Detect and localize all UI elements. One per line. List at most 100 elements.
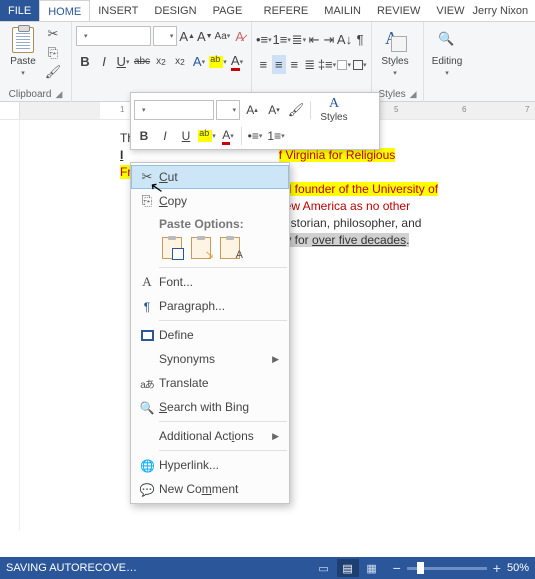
mini-numbering[interactable]: 1≡▾ bbox=[266, 126, 286, 146]
ctx-synonyms[interactable]: Synonyms ▶ bbox=[131, 347, 289, 371]
ctx-define[interactable]: Define bbox=[131, 323, 289, 347]
bold-button[interactable]: B bbox=[76, 52, 94, 71]
copy-icon bbox=[48, 45, 58, 61]
line-spacing-button[interactable]: ‡≡▾ bbox=[318, 55, 336, 74]
zoom-in-button[interactable]: + bbox=[493, 561, 501, 575]
ctx-search-bing[interactable]: Search with Bing bbox=[131, 395, 289, 419]
align-left-button[interactable]: ≡ bbox=[256, 55, 271, 74]
increase-indent-button[interactable]: ⇥ bbox=[322, 30, 336, 49]
mini-bold[interactable]: B bbox=[134, 126, 154, 146]
highlight-button[interactable]: ▾ bbox=[209, 52, 227, 71]
translate-icon bbox=[140, 376, 154, 391]
sort-button[interactable]: A↓ bbox=[337, 30, 352, 49]
font-color-button[interactable]: A▾ bbox=[228, 52, 246, 71]
tab-design[interactable]: DESIGN bbox=[146, 0, 204, 21]
mini-font-color[interactable]: A▾ bbox=[218, 126, 238, 146]
zoom-level[interactable]: 50% bbox=[507, 562, 529, 574]
format-painter-button[interactable] bbox=[44, 64, 62, 80]
underline-button[interactable]: U▾ bbox=[114, 52, 132, 71]
paste-text-only[interactable] bbox=[217, 235, 243, 261]
numbering-button[interactable]: 1≡▾ bbox=[273, 30, 291, 49]
ctx-new-comment[interactable]: New Comment bbox=[131, 477, 289, 501]
paste-button[interactable]: Paste▾ bbox=[4, 24, 42, 79]
text-effects-button[interactable]: A▾ bbox=[190, 52, 208, 71]
multilevel-button[interactable]: ≣▾ bbox=[292, 30, 306, 49]
zoom-slider[interactable] bbox=[407, 567, 487, 570]
search-icon bbox=[140, 400, 155, 415]
mini-grow-font[interactable]: A▴ bbox=[242, 100, 262, 120]
tab-mailings[interactable]: MAILIN bbox=[316, 0, 369, 21]
ctx-additional-actions[interactable]: Additional Actions ▶ bbox=[131, 424, 289, 448]
mini-italic[interactable]: I bbox=[155, 126, 175, 146]
copy-icon bbox=[142, 193, 152, 209]
mini-styles[interactable]: A Styles bbox=[315, 96, 353, 123]
dictionary-icon bbox=[141, 330, 154, 341]
ruler-tick: 1 bbox=[120, 105, 124, 114]
chevron-right-icon: ▶ bbox=[272, 431, 279, 442]
shading-button[interactable]: ▾ bbox=[337, 55, 352, 74]
mini-underline[interactable]: U bbox=[176, 126, 196, 146]
show-marks-button[interactable]: ¶ bbox=[353, 30, 367, 49]
context-menu: Cut Copy Paste Options: ▦ Font... Paragr… bbox=[130, 162, 290, 504]
tab-file[interactable]: FILE bbox=[0, 0, 39, 21]
brush-icon bbox=[288, 102, 305, 118]
group-clipboard-label: Clipboard bbox=[9, 89, 52, 100]
subscript-button[interactable]: x2 bbox=[152, 52, 170, 71]
tab-insert[interactable]: INSERT bbox=[90, 0, 146, 21]
view-read-mode[interactable]: ▭ bbox=[313, 559, 335, 577]
ctx-paragraph[interactable]: Paragraph... bbox=[131, 294, 289, 318]
highlight-icon bbox=[198, 130, 212, 142]
change-case-button[interactable]: Aa▾ bbox=[215, 27, 231, 46]
align-right-button[interactable]: ≡ bbox=[287, 55, 302, 74]
tab-page-layout[interactable]: PAGE L bbox=[205, 0, 256, 21]
ruler-vertical[interactable] bbox=[0, 120, 20, 530]
ribbon: Paste▾ Clipboard◢ ▾ ▾ A▲ A▼ Aa▾ A̷ B I bbox=[0, 22, 535, 102]
styles-launcher[interactable]: ◢ bbox=[410, 89, 417, 99]
mini-shrink-font[interactable]: A▾ bbox=[264, 100, 284, 120]
ctx-hyperlink[interactable]: Hyperlink... bbox=[131, 453, 289, 477]
ruler-tick: 7 bbox=[525, 105, 529, 114]
tab-home[interactable]: HOME bbox=[39, 0, 90, 21]
strikethrough-button[interactable]: abc bbox=[133, 52, 151, 71]
clipboard-launcher[interactable]: ◢ bbox=[55, 89, 62, 99]
ctx-copy[interactable]: Copy bbox=[131, 189, 289, 213]
mini-font-size[interactable]: ▾ bbox=[216, 100, 240, 120]
zoom-out-button[interactable]: − bbox=[393, 561, 401, 575]
clear-formatting-button[interactable]: A̷ bbox=[232, 27, 247, 46]
italic-button[interactable]: I bbox=[95, 52, 113, 71]
ribbon-tabs: FILE HOME INSERT DESIGN PAGE L REFERE MA… bbox=[0, 0, 535, 22]
font-size-combo[interactable]: ▾ bbox=[153, 26, 177, 46]
decrease-indent-button[interactable]: ⇤ bbox=[307, 30, 321, 49]
styles-icon bbox=[383, 28, 407, 52]
mini-format-painter[interactable] bbox=[286, 100, 306, 120]
tab-view[interactable]: VIEW bbox=[428, 0, 472, 21]
ruler-tick: 5 bbox=[394, 105, 398, 114]
tab-review[interactable]: REVIEW bbox=[369, 0, 428, 21]
shrink-font-button[interactable]: A▼ bbox=[197, 27, 213, 46]
paste-merge-formatting[interactable] bbox=[188, 235, 214, 261]
ctx-cut[interactable]: Cut bbox=[131, 165, 289, 189]
copy-button[interactable] bbox=[44, 45, 62, 61]
borders-button[interactable]: ▾ bbox=[353, 55, 368, 74]
mini-font-name[interactable]: ▾ bbox=[134, 100, 214, 120]
grow-font-button[interactable]: A▲ bbox=[179, 27, 195, 46]
bullets-button[interactable]: •≡▾ bbox=[256, 30, 272, 49]
ctx-translate[interactable]: Translate bbox=[131, 371, 289, 395]
align-center-button[interactable]: ≡ bbox=[272, 55, 287, 74]
view-web-layout[interactable]: ▦ bbox=[361, 559, 383, 577]
cut-button[interactable] bbox=[44, 26, 62, 42]
superscript-button[interactable]: x2 bbox=[171, 52, 189, 71]
highlight-icon bbox=[209, 56, 223, 68]
justify-button[interactable]: ≣ bbox=[303, 55, 318, 74]
editing-button[interactable]: Editing▾ bbox=[428, 24, 466, 79]
user-account[interactable]: Jerry Nixon ▾ bbox=[473, 0, 535, 21]
font-name-combo[interactable]: ▾ bbox=[76, 26, 151, 46]
styles-button[interactable]: Styles▾ bbox=[376, 24, 414, 79]
paste-keep-source[interactable]: ▦ bbox=[159, 235, 185, 261]
ctx-font[interactable]: Font... bbox=[131, 270, 289, 294]
tab-references[interactable]: REFERE bbox=[256, 0, 317, 21]
mini-bullets[interactable]: •≡▾ bbox=[245, 126, 265, 146]
group-editing-label bbox=[428, 89, 472, 102]
mini-highlight[interactable]: ▾ bbox=[197, 126, 217, 146]
view-print-layout[interactable]: ▤ bbox=[337, 559, 359, 577]
